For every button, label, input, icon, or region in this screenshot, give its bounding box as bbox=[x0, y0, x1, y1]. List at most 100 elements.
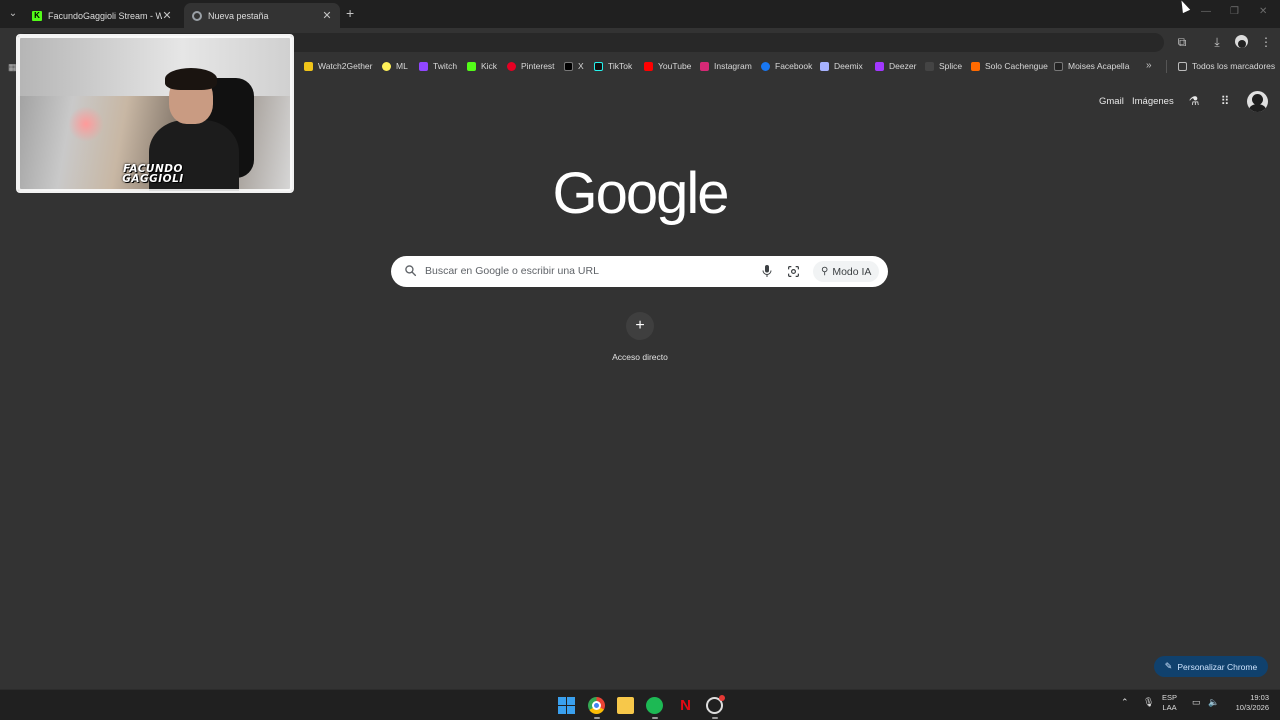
extensions-icon[interactable]: ⧉ bbox=[1173, 33, 1191, 51]
sparkle-search-icon: ⚲ bbox=[821, 266, 829, 277]
account-avatar[interactable] bbox=[1247, 91, 1268, 112]
deezer-icon bbox=[875, 61, 884, 71]
system-clock[interactable]: 19:03 10/3/2026 bbox=[1227, 693, 1269, 713]
language-code: ESP bbox=[1162, 693, 1178, 702]
splice-icon bbox=[925, 61, 934, 71]
chrome-icon bbox=[192, 10, 202, 21]
ai-mode-button[interactable]: ⚲ Modo IA bbox=[813, 261, 880, 282]
chrome-taskbar-icon[interactable] bbox=[588, 697, 605, 714]
spotify-active-indicator bbox=[652, 717, 658, 719]
mercadolibre-icon bbox=[382, 61, 391, 71]
bookmark-solo-cachengue[interactable]: Solo Cachengue bbox=[971, 61, 1048, 71]
labs-flask-icon[interactable]: ⚗ bbox=[1187, 94, 1201, 108]
bookmarks-divider bbox=[1166, 60, 1167, 73]
bookmark-label: Kick bbox=[481, 61, 498, 71]
download-icon[interactable]: ⤓ bbox=[1208, 33, 1226, 51]
window-close-icon[interactable]: ✕ bbox=[1259, 6, 1267, 17]
microphone-tray-icon[interactable]: 🎙 bbox=[1143, 697, 1154, 708]
webcam-lamp-glow bbox=[68, 106, 104, 142]
customize-chrome-label: Personalizar Chrome bbox=[1177, 661, 1258, 672]
bookmark-ml[interactable]: ML bbox=[382, 61, 408, 71]
bookmark-kick[interactable]: Kick bbox=[467, 61, 497, 71]
tray-chevron-up-icon[interactable]: ⌃ bbox=[1121, 697, 1129, 708]
fire-icon bbox=[971, 61, 980, 71]
app-notification-icon[interactable] bbox=[706, 695, 725, 714]
bookmark-label: Twitch bbox=[433, 61, 458, 71]
spotify-icon[interactable] bbox=[646, 697, 663, 714]
bookmark-label: Moises Acapella bbox=[1068, 61, 1130, 71]
app-active-indicator bbox=[712, 717, 718, 719]
tab-kick-stream[interactable]: K FacundoGaggioli Stream - Watc ✕ bbox=[24, 3, 180, 28]
bookmark-label: Pinterest bbox=[521, 61, 555, 71]
menu-icon[interactable]: ⋮ bbox=[1257, 33, 1275, 51]
language-indicator[interactable]: ESP LAA bbox=[1162, 693, 1177, 713]
clock-time: 19:03 bbox=[1250, 693, 1269, 702]
images-link[interactable]: Imágenes bbox=[1132, 96, 1174, 107]
bookmark-label: X bbox=[578, 61, 584, 71]
bookmark-splice[interactable]: Splice bbox=[925, 61, 962, 71]
customize-chrome-button[interactable]: ✎ Personalizar Chrome bbox=[1154, 656, 1268, 677]
bookmark-moises[interactable]: Moises Acapella bbox=[1054, 61, 1129, 71]
tab-title: FacundoGaggioli Stream - Watc bbox=[48, 10, 162, 21]
bookmark-deemix[interactable]: Deemix bbox=[820, 61, 863, 71]
bookmark-label: Facebook bbox=[775, 61, 813, 71]
add-shortcut[interactable]: + Acceso directo bbox=[600, 312, 680, 362]
twitch-icon bbox=[419, 61, 428, 71]
minimize-icon[interactable]: — bbox=[1201, 6, 1211, 17]
tab-new-tab[interactable]: Nueva pestaña ✕ bbox=[184, 3, 340, 28]
add-shortcut-label: Acceso directo bbox=[612, 352, 668, 362]
webcam-overlay: FACUNDO GAGGIOLI bbox=[16, 34, 294, 193]
bookmark-deezer[interactable]: Deezer bbox=[875, 61, 916, 71]
watch2gether-icon bbox=[304, 61, 313, 71]
profile-icon[interactable] bbox=[1235, 35, 1248, 48]
bookmark-instagram[interactable]: Instagram bbox=[700, 61, 752, 71]
microphone-icon[interactable] bbox=[761, 264, 773, 278]
google-lens-icon[interactable] bbox=[787, 265, 800, 278]
tab-search-icon[interactable]: ⌄ bbox=[6, 7, 20, 21]
gmail-link[interactable]: Gmail bbox=[1099, 96, 1124, 107]
bookmark-tiktok[interactable]: TikTok bbox=[594, 61, 632, 71]
bookmark-x[interactable]: X bbox=[564, 61, 584, 71]
bookmark-facebook[interactable]: Facebook bbox=[761, 61, 812, 71]
bookmark-label: Watch2Gether bbox=[318, 61, 373, 71]
bookmark-label: Instagram bbox=[714, 61, 752, 71]
netflix-icon[interactable]: N bbox=[677, 697, 694, 714]
close-icon[interactable]: ✕ bbox=[162, 9, 172, 22]
bookmark-pinterest[interactable]: Pinterest bbox=[507, 61, 555, 71]
file-explorer-icon[interactable] bbox=[617, 697, 634, 714]
bookmark-label: Splice bbox=[939, 61, 963, 71]
close-icon[interactable]: ✕ bbox=[322, 9, 332, 22]
kick-icon bbox=[467, 61, 476, 71]
bookmark-label: YouTube bbox=[658, 61, 692, 71]
windows-start-icon[interactable] bbox=[558, 697, 575, 714]
instagram-icon bbox=[700, 61, 709, 71]
clock-date: 10/3/2026 bbox=[1235, 703, 1269, 712]
search-box[interactable]: Buscar en Google o escribir una URL ⚲ Mo… bbox=[391, 256, 888, 287]
pinterest-icon bbox=[507, 61, 516, 71]
add-shortcut-button[interactable]: + bbox=[626, 312, 654, 340]
folder-icon bbox=[1178, 61, 1187, 71]
bookmark-twitch[interactable]: Twitch bbox=[419, 61, 457, 71]
bookmarks-overflow-button[interactable]: » bbox=[1146, 60, 1152, 71]
maximize-icon[interactable]: ❐ bbox=[1230, 6, 1239, 17]
deemix-icon bbox=[820, 61, 829, 71]
tab-strip: ⌄ K FacundoGaggioli Stream - Watc ✕ Nuev… bbox=[0, 0, 1280, 28]
bookmark-watch2gether[interactable]: Watch2Gether bbox=[304, 61, 373, 71]
streamer-logo: FACUNDO GAGGIOLI bbox=[113, 164, 193, 185]
network-icon[interactable]: ▭ bbox=[1192, 697, 1201, 708]
google-apps-icon[interactable]: ⠿ bbox=[1218, 94, 1232, 108]
bookmark-label: Solo Cachengue bbox=[985, 61, 1048, 71]
search-icon bbox=[405, 265, 417, 277]
new-tab-button[interactable]: + bbox=[346, 5, 354, 21]
all-bookmarks[interactable]: Todos los marcadores bbox=[1178, 61, 1275, 71]
facebook-icon bbox=[761, 61, 770, 71]
youtube-icon bbox=[644, 61, 653, 71]
search-input[interactable]: Buscar en Google o escribir una URL bbox=[425, 265, 599, 277]
streamer-logo-line2: GAGGIOLI bbox=[122, 173, 184, 185]
volume-icon[interactable]: 🔈 bbox=[1208, 697, 1219, 708]
tiktok-icon bbox=[594, 61, 603, 71]
google-logo: Google bbox=[552, 161, 729, 226]
windows-taskbar: N bbox=[0, 689, 1280, 720]
x-icon bbox=[564, 61, 573, 71]
bookmark-youtube[interactable]: YouTube bbox=[644, 61, 691, 71]
